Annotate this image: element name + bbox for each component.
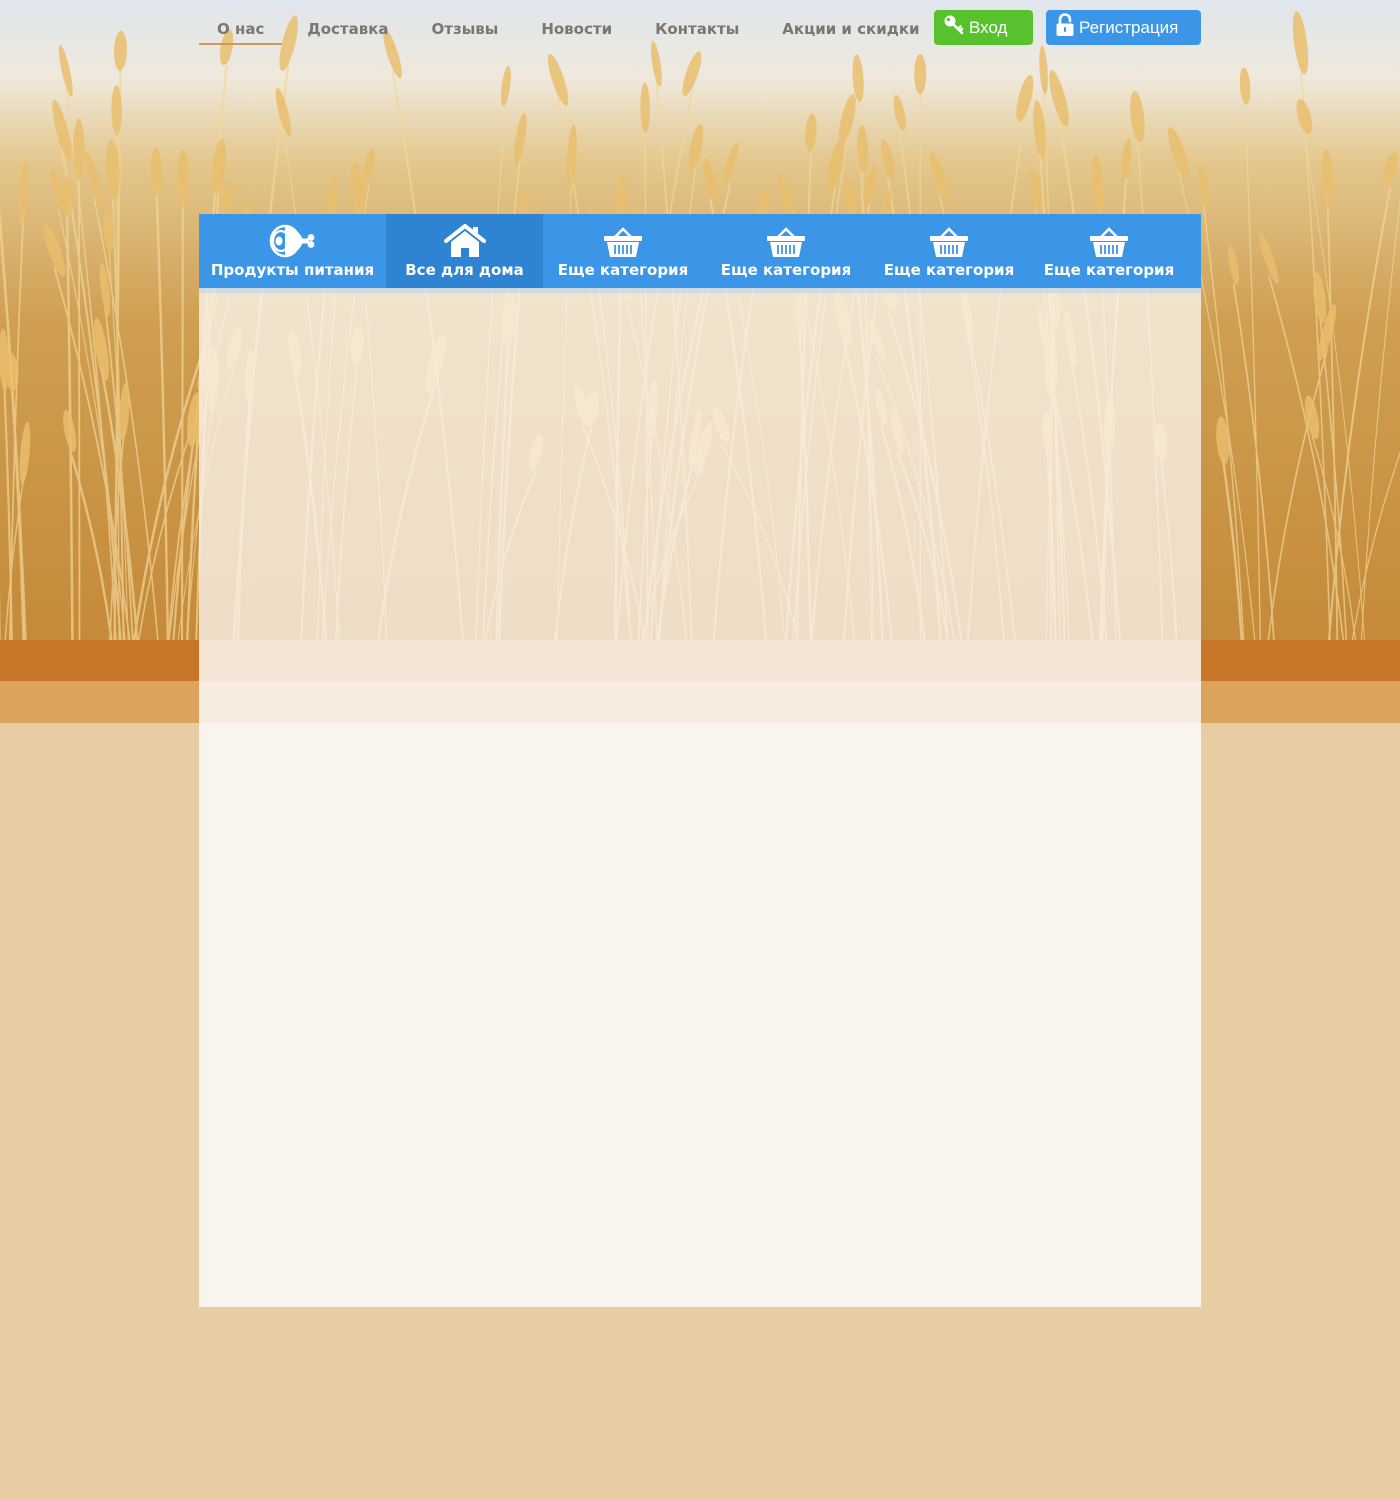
category-label: Еще категория <box>557 261 689 279</box>
category-item-5[interactable]: Еще категория <box>869 214 1029 288</box>
category-label: Продукты питания <box>210 261 375 279</box>
content-area-lower <box>199 723 1201 1307</box>
top-nav-item-about[interactable]: О нас <box>199 10 283 45</box>
ham-icon <box>269 214 317 258</box>
content-stripe-top <box>199 640 1201 681</box>
top-nav-item-contacts[interactable]: Контакты <box>637 10 757 45</box>
category-label: Еще категория <box>1043 261 1175 279</box>
login-label: Вход <box>969 17 1008 37</box>
content-stripe-mid <box>199 681 1201 723</box>
basket-icon <box>1089 214 1129 258</box>
category-label: Еще категория <box>883 261 1015 279</box>
top-nav-item-promotions[interactable]: Акции и скидки <box>764 10 937 45</box>
category-label: Все для дома <box>405 261 524 279</box>
unlock-icon <box>1055 13 1075 42</box>
key-icon <box>943 14 965 41</box>
basket-icon <box>766 214 806 258</box>
basket-icon <box>603 214 643 258</box>
category-item-home[interactable]: Все для дома <box>386 214 543 288</box>
category-item-3[interactable]: Еще категория <box>543 214 703 288</box>
register-button[interactable]: Регистрация <box>1046 10 1201 45</box>
top-nav-item-news[interactable]: Новости <box>523 10 630 45</box>
register-label: Регистрация <box>1079 17 1179 37</box>
house-icon <box>443 214 486 258</box>
category-menu: Продукты питания Все для дома Еще катего… <box>199 214 1201 293</box>
login-button[interactable]: Вход <box>934 10 1033 45</box>
main-content-panel: Продукты питания Все для дома Еще катего… <box>199 214 1201 1307</box>
category-item-6[interactable]: Еще категория <box>1029 214 1189 288</box>
top-navigation: О нас Доставка Отзывы Новости Контакты А… <box>199 10 945 46</box>
category-label: Еще категория <box>720 261 852 279</box>
basket-icon <box>929 214 969 258</box>
top-nav-item-delivery[interactable]: Доставка <box>289 10 406 45</box>
top-nav-item-reviews[interactable]: Отзывы <box>414 10 517 45</box>
category-item-4[interactable]: Еще категория <box>703 214 869 288</box>
category-item-food[interactable]: Продукты питания <box>199 214 386 288</box>
